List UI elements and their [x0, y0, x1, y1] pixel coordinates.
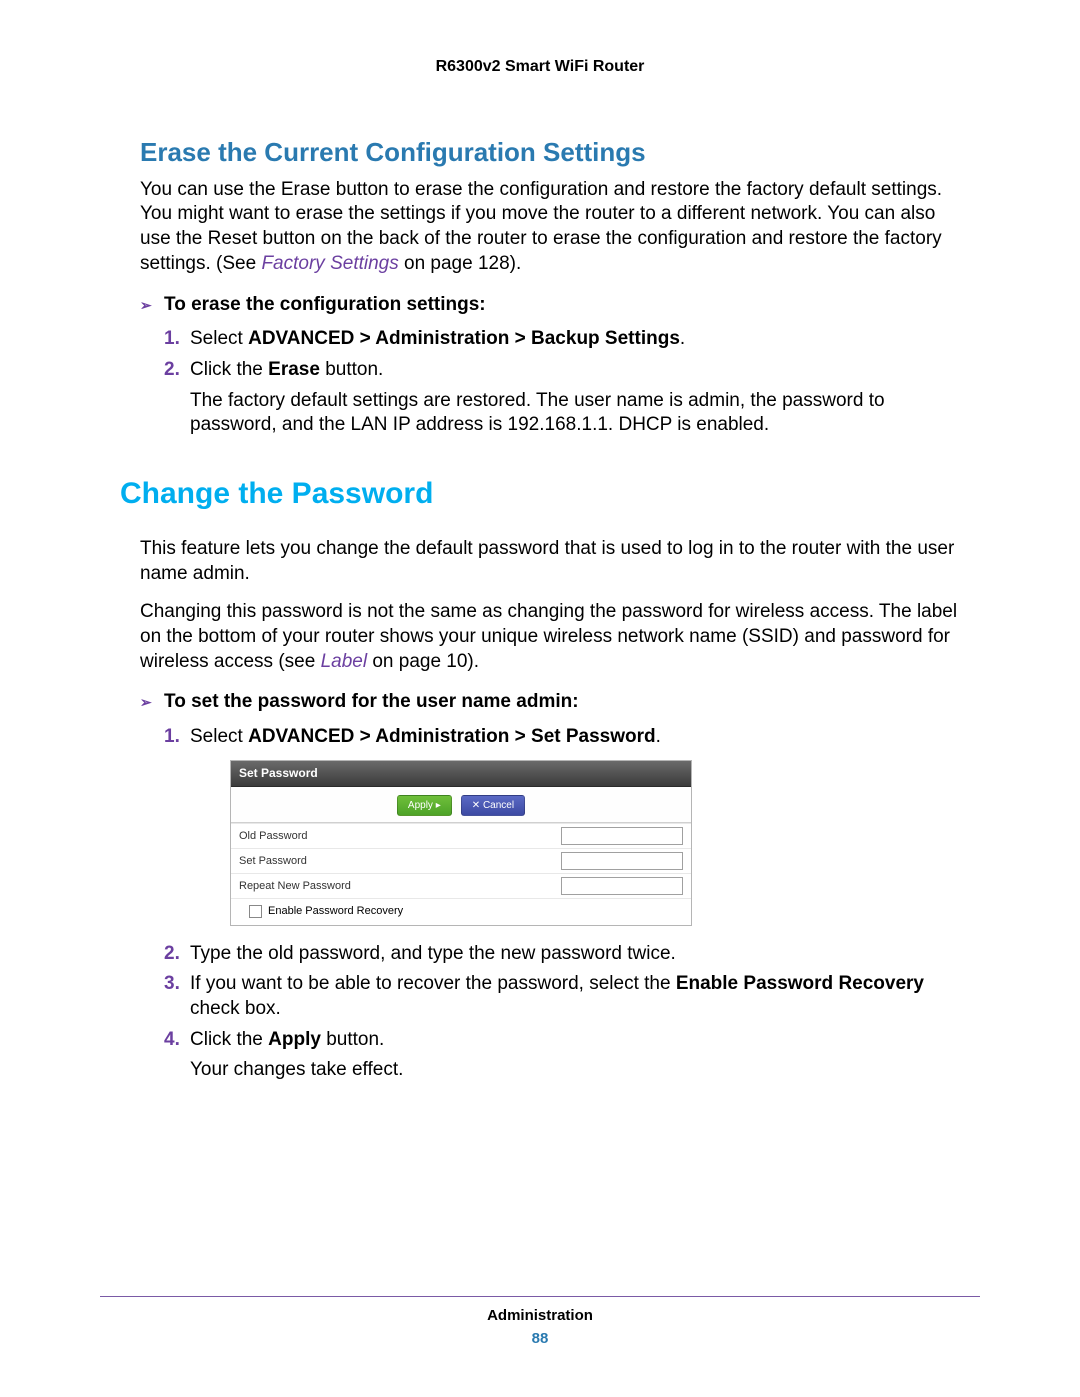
path-set-password: ADVANCED > Administration > Set Password	[248, 726, 656, 747]
enable-recovery-label: Enable Password Recovery	[676, 973, 924, 994]
page-content: Erase the Current Configuration Settings…	[100, 136, 980, 1083]
text: on page 128).	[399, 253, 522, 274]
step-result: The factory default settings are restore…	[190, 389, 960, 438]
change-pw-note: Changing this password is not the same a…	[140, 600, 960, 674]
doc-header: R6300v2 Smart WiFi Router	[100, 58, 980, 76]
label-old-password: Old Password	[239, 829, 561, 843]
arrow-icon: ➢	[140, 296, 152, 314]
link-factory-settings[interactable]: Factory Settings	[261, 253, 398, 274]
step-item: 1. Select ADVANCED > Administration > Ba…	[164, 327, 960, 352]
text: on page 10).	[367, 651, 479, 672]
step-number: 1.	[164, 327, 180, 352]
text: Select	[190, 328, 248, 349]
step-item: 3. If you want to be able to recover the…	[164, 972, 960, 1021]
checkbox-enable-recovery[interactable]	[249, 905, 262, 918]
task-label: To set the password for the user name ad…	[164, 691, 579, 712]
set-password-steps: 1. Select ADVANCED > Administration > Se…	[164, 725, 960, 1083]
panel-title: Set Password	[231, 761, 691, 788]
step-number: 1.	[164, 725, 180, 750]
row-repeat-password: Repeat New Password	[231, 873, 691, 898]
heading-erase-settings: Erase the Current Configuration Settings	[140, 136, 960, 170]
label-repeat-password: Repeat New Password	[239, 879, 561, 893]
step-item: 2. Type the old password, and type the n…	[164, 942, 960, 967]
erase-button-label: Erase	[268, 359, 320, 380]
task-erase-title: ➢ To erase the configuration settings:	[140, 293, 960, 318]
row-old-password: Old Password	[231, 823, 691, 848]
panel-button-bar: Apply ▸ ✕ Cancel	[231, 787, 691, 823]
label-set-password: Set Password	[239, 854, 561, 868]
step-result: Your changes take effect.	[190, 1058, 960, 1083]
step-item: 4. Click the Apply button. Your changes …	[164, 1028, 960, 1083]
footer-page-number: 88	[100, 1330, 980, 1347]
text: Click the	[190, 1029, 268, 1050]
task-set-password-title: ➢ To set the password for the user name …	[140, 690, 960, 715]
text: Type the old password, and type the new …	[190, 943, 676, 964]
path-backup-settings: ADVANCED > Administration > Backup Setti…	[248, 328, 680, 349]
heading-change-password: Change the Password	[120, 474, 960, 513]
row-enable-recovery: Enable Password Recovery	[231, 898, 691, 924]
step-number: 2.	[164, 942, 180, 967]
apply-button[interactable]: Apply ▸	[397, 795, 452, 816]
label-enable-recovery: Enable Password Recovery	[268, 904, 403, 918]
erase-steps: 1. Select ADVANCED > Administration > Ba…	[164, 327, 960, 438]
text: Click the	[190, 359, 268, 380]
step-number: 3.	[164, 972, 180, 997]
text: Changing this password is not the same a…	[140, 601, 957, 671]
text: button.	[320, 359, 383, 380]
link-label[interactable]: Label	[321, 651, 368, 672]
text: Select	[190, 726, 248, 747]
text: check box.	[190, 998, 281, 1019]
page-footer: Administration 88	[100, 1296, 980, 1347]
step-number: 4.	[164, 1028, 180, 1053]
step-item: 2. Click the Erase button. The factory d…	[164, 358, 960, 438]
input-repeat-password[interactable]	[561, 877, 683, 895]
task-label: To erase the configuration settings:	[164, 294, 486, 315]
footer-rule	[100, 1296, 980, 1297]
input-old-password[interactable]	[561, 827, 683, 845]
footer-section: Administration	[100, 1307, 980, 1324]
set-password-panel: Set Password Apply ▸ ✕ Cancel Old Passwo…	[230, 760, 692, 926]
input-set-password[interactable]	[561, 852, 683, 870]
text: .	[656, 726, 661, 747]
step-number: 2.	[164, 358, 180, 383]
erase-intro-paragraph: You can use the Erase button to erase th…	[140, 178, 960, 277]
arrow-icon: ➢	[140, 693, 152, 711]
document-page: R6300v2 Smart WiFi Router Erase the Curr…	[0, 0, 1080, 1397]
text: .	[680, 328, 685, 349]
text: If you want to be able to recover the pa…	[190, 973, 676, 994]
row-set-password: Set Password	[231, 848, 691, 873]
text: button.	[321, 1029, 384, 1050]
cancel-button[interactable]: ✕ Cancel	[461, 795, 525, 816]
step-item: 1. Select ADVANCED > Administration > Se…	[164, 725, 960, 926]
apply-label: Apply	[268, 1029, 321, 1050]
change-pw-intro: This feature lets you change the default…	[140, 537, 960, 586]
